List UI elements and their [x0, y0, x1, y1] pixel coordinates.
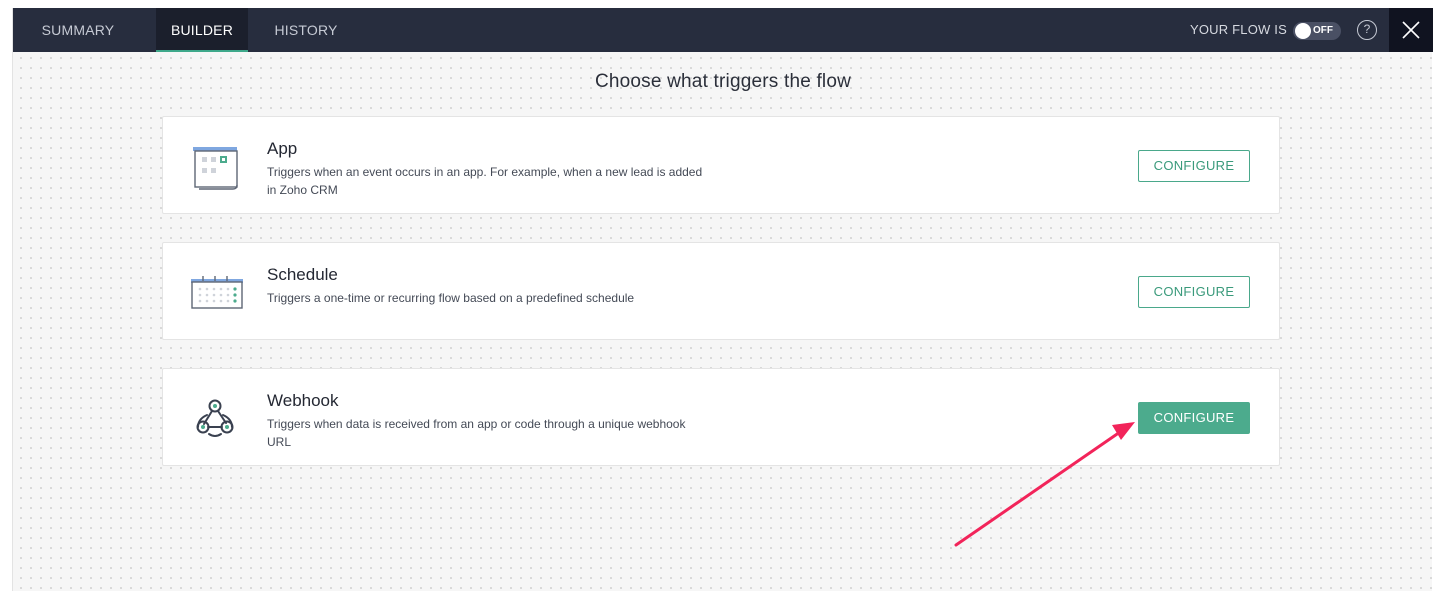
- trigger-card-schedule: Schedule Triggers a one-time or recurrin…: [162, 242, 1280, 340]
- configure-schedule-button[interactable]: CONFIGURE: [1138, 276, 1250, 308]
- app-frame: SUMMARY BUILDER HISTORY YOUR FLOW IS OFF…: [12, 8, 1433, 591]
- tab-summary[interactable]: SUMMARY: [13, 8, 143, 52]
- flow-status-label: YOUR FLOW IS: [1189, 22, 1287, 37]
- schedule-calendar-icon: [187, 265, 243, 317]
- trigger-card-webhook: Webhook Triggers when data is received f…: [162, 368, 1280, 466]
- trigger-description: Triggers when data is received from an a…: [267, 417, 686, 449]
- toggle-knob: [1295, 23, 1311, 39]
- close-icon: [1402, 21, 1420, 39]
- trigger-description: Triggers a one-time or recurring flow ba…: [267, 291, 635, 305]
- trigger-description: Triggers when an event occurs in an app.…: [267, 165, 703, 197]
- webhook-icon: [187, 391, 243, 443]
- flow-toggle[interactable]: OFF: [1293, 22, 1341, 40]
- app-calendar-icon: [187, 139, 243, 191]
- page-title: Choose what triggers the flow: [594, 71, 852, 92]
- trigger-title: Webhook: [267, 391, 339, 410]
- trigger-title: App: [267, 139, 298, 158]
- close-button[interactable]: [1389, 8, 1433, 52]
- configure-webhook-button[interactable]: CONFIGURE: [1138, 402, 1250, 434]
- tab-history[interactable]: HISTORY: [261, 8, 351, 52]
- tab-builder[interactable]: BUILDER: [156, 8, 248, 52]
- help-icon[interactable]: ?: [1357, 20, 1377, 40]
- top-navigation-bar: SUMMARY BUILDER HISTORY YOUR FLOW IS OFF…: [13, 8, 1433, 52]
- configure-app-button[interactable]: CONFIGURE: [1138, 150, 1250, 182]
- trigger-card-app: App Triggers when an event occurs in an …: [162, 116, 1280, 214]
- trigger-title: Schedule: [267, 265, 338, 284]
- toggle-state-label: OFF: [1313, 25, 1333, 36]
